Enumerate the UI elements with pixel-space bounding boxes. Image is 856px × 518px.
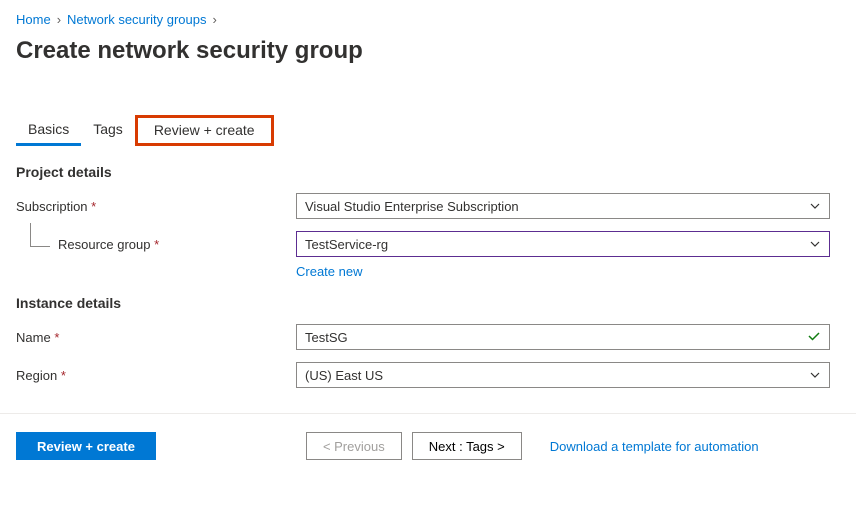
next-button[interactable]: Next : Tags > — [412, 432, 522, 460]
chevron-right-icon: › — [57, 12, 61, 27]
resource-group-select[interactable]: TestService-rg — [296, 231, 830, 257]
name-input[interactable]: TestSG — [296, 324, 830, 350]
subscription-select[interactable]: Visual Studio Enterprise Subscription — [296, 193, 830, 219]
row-region: Region * (US) East US — [16, 361, 840, 389]
chevron-down-icon — [809, 238, 821, 250]
name-value: TestSG — [305, 330, 348, 345]
chevron-down-icon — [809, 200, 821, 212]
region-label: Region * — [16, 368, 296, 383]
resource-group-value: TestService-rg — [305, 237, 388, 252]
required-marker: * — [91, 199, 96, 214]
tab-basics[interactable]: Basics — [16, 115, 81, 146]
required-marker: * — [154, 237, 159, 252]
region-select[interactable]: (US) East US — [296, 362, 830, 388]
breadcrumb: Home › Network security groups › — [16, 12, 840, 27]
breadcrumb-nsg[interactable]: Network security groups — [67, 12, 206, 27]
section-instance-details: Instance details — [16, 295, 840, 311]
row-subscription: Subscription * Visual Studio Enterprise … — [16, 192, 840, 220]
section-project-details: Project details — [16, 164, 840, 180]
subscription-value: Visual Studio Enterprise Subscription — [305, 199, 519, 214]
create-new-link[interactable]: Create new — [296, 264, 362, 279]
previous-button[interactable]: < Previous — [306, 432, 402, 460]
row-name: Name * TestSG — [16, 323, 840, 351]
tab-tags[interactable]: Tags — [81, 115, 135, 146]
subscription-label: Subscription * — [16, 199, 296, 214]
resource-group-label: Resource group * — [16, 237, 296, 252]
region-value: (US) East US — [305, 368, 383, 383]
required-marker: * — [61, 368, 66, 383]
tabs: Basics Tags Review + create — [16, 115, 840, 146]
required-marker: * — [54, 330, 59, 345]
tab-review-create[interactable]: Review + create — [135, 115, 274, 146]
download-template-link[interactable]: Download a template for automation — [550, 439, 759, 454]
row-create-new: Create new — [16, 264, 840, 279]
check-icon — [807, 329, 821, 346]
review-create-button[interactable]: Review + create — [16, 432, 156, 460]
page-title: Create network security group — [16, 37, 840, 65]
name-label: Name * — [16, 330, 296, 345]
indent-line — [30, 223, 50, 247]
chevron-down-icon — [809, 369, 821, 381]
breadcrumb-home[interactable]: Home — [16, 12, 51, 27]
footer-actions: Review + create < Previous Next : Tags >… — [16, 414, 840, 478]
chevron-right-icon: › — [212, 12, 216, 27]
row-resource-group: Resource group * TestService-rg — [16, 230, 840, 258]
